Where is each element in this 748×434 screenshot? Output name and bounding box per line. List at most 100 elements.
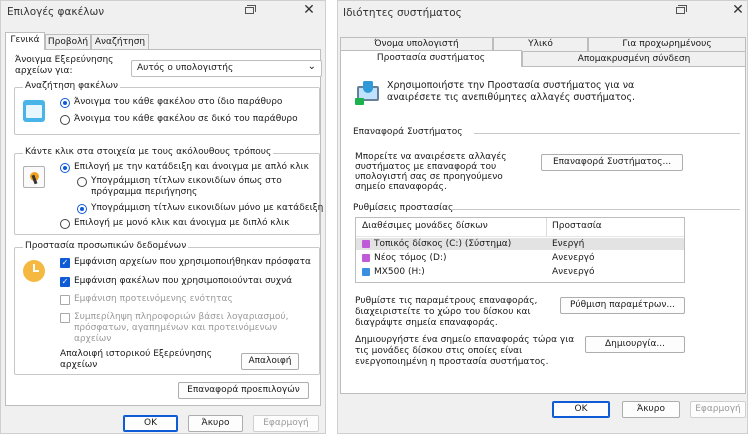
tab-search[interactable]: Αναζήτηση (91, 34, 149, 50)
radio-underline-hover-label[interactable]: Υπογράμμιση τίτλων εικονιδίων μόνο με κα… (91, 203, 323, 213)
ok-button[interactable]: OK (552, 401, 610, 418)
tab-system-protection[interactable]: Προστασία συστήματος (340, 50, 522, 67)
browse-folders-group: Αναζήτηση φακέλων Άνοιγμα του κάθε φακέλ… (14, 81, 320, 135)
drive-name: Νέος τόμος (D:) (374, 253, 447, 263)
restore-desc-4: σημείο επαναφοράς. (355, 182, 447, 192)
drive-name: Τοπικός δίσκος (C:) (Σύστημα) (374, 239, 512, 249)
create-button[interactable]: Δημιουργία... (585, 336, 685, 353)
apply-button[interactable]: Εφαρμογή (253, 415, 319, 432)
clear-history-label-1: Απαλοιφή ιστορικού Εξερεύνησης (60, 349, 212, 359)
radio-same-window-label[interactable]: Άνοιγμα του κάθε φακέλου στο ίδιο παράθυ… (74, 97, 282, 107)
drives-header: Διαθέσιμες μονάδες δίσκων Προστασία (356, 221, 684, 233)
system-properties-window: Ιδιότητες συστήματος ✕ Όνομα υπολογιστή … (337, 0, 748, 434)
clear-history-button[interactable]: Απαλοιφή (241, 353, 299, 370)
drive-name: MX500 (H:) (374, 267, 425, 277)
checkbox-recent-files[interactable]: ✓ (60, 258, 70, 268)
restore-window-icon[interactable] (674, 5, 688, 17)
intro-line-2: αναιρέσετε τις ανεπιθύμητες αλλαγές συστ… (387, 92, 636, 103)
radio-own-window-label[interactable]: Άνοιγμα του κάθε φακέλου σε δικό του παρ… (74, 114, 298, 124)
radio-single-click-label[interactable]: Επιλογή με την κατάδειξη και άνοιγμα με … (74, 162, 309, 172)
clear-history-label-2: αρχείων (60, 360, 98, 370)
create-desc-2: τις μονάδες δίσκου στις οποίες είναι (355, 346, 523, 356)
checkbox-recent-files-label[interactable]: Εμφάνιση αρχείων που χρησιμοποιήθηκαν πρ… (74, 257, 311, 267)
browse-folders-title: Αναζήτηση φακέλων (23, 81, 121, 91)
window-title: Ιδιότητες συστήματος (343, 7, 462, 19)
system-restore-title: Επαναφορά Συστήματος (353, 127, 463, 137)
radio-double-click[interactable] (60, 219, 70, 229)
tab-advanced[interactable]: Για προχωρημένους (588, 37, 746, 51)
column-drives[interactable]: Διαθέσιμες μονάδες δίσκων (362, 221, 488, 231)
close-icon[interactable]: ✕ (301, 2, 317, 18)
general-panel: Άνοιγμα Εξερεύνησης αρχείων για: Αυτός ο… (5, 49, 323, 406)
restore-desc-2: συστήματος με επαναφορά του (355, 162, 497, 172)
restore-desc-3: υπολογιστή σας σε προηγούμενο (355, 172, 503, 182)
title-bar[interactable]: Ιδιότητες συστήματος ✕ (338, 1, 747, 25)
system-shield-icon (355, 81, 381, 105)
radio-underline-always-label-2[interactable]: πρόγραμμα περιήγησης (91, 187, 197, 197)
table-row[interactable]: MX500 (H:) Ανενεργό (356, 266, 684, 278)
radio-underline-always[interactable] (77, 177, 87, 187)
radio-same-window[interactable] (60, 98, 70, 108)
tab-general[interactable]: Γενικά (5, 32, 45, 50)
chevron-down-icon: ⌄ (307, 61, 316, 72)
title-bar[interactable]: Επιλογές φακέλων ✕ (1, 1, 325, 25)
apply-button[interactable]: Εφαρμογή (690, 401, 746, 418)
tab-computer-name[interactable]: Όνομα υπολογιστή (340, 37, 493, 51)
checkbox-recommended-label[interactable]: Εμφάνιση προτεινόμενης ενότητας (74, 294, 233, 304)
create-desc-3: ενεργοποιημένη η προστασία συστήματος. (355, 357, 549, 367)
restore-defaults-button[interactable]: Επαναφορά προεπιλογών (178, 382, 309, 399)
configure-desc-1: Ρυθμίστε τις παραμέτρους επαναφοράς, (355, 296, 538, 306)
cancel-button[interactable]: Άκυρο (188, 415, 243, 432)
drives-list[interactable]: Διαθέσιμες μονάδες δίσκων Προστασία Τοπι… (355, 217, 685, 283)
cursor-click-icon (23, 166, 45, 188)
privacy-group: Προστασία προσωπικών δεδομένων ✓ Εμφάνισ… (14, 241, 320, 375)
protection-settings-title: Ρυθμίσεις προστασίας (353, 203, 454, 213)
separator (474, 133, 740, 134)
radio-single-click[interactable] (60, 163, 70, 173)
drive-status: Ενεργή (552, 239, 585, 249)
checkbox-account-info-label-1[interactable]: Συμπερίληψη πληροφοριών βάσει λογαριασμο… (74, 312, 288, 322)
restore-desc-1: Μπορείτε να αναιρέσετε αλλαγές (355, 152, 507, 162)
tab-view[interactable]: Προβολή (45, 34, 91, 50)
drive-icon (362, 240, 370, 248)
checkbox-account-info-label-2[interactable]: πρόσφατων, αγαπημένων και προτεινόμενων (74, 323, 277, 333)
table-row[interactable]: Νέος τόμος (D:) Ανενεργό (356, 252, 684, 264)
close-icon[interactable]: ✕ (730, 2, 746, 18)
configure-button[interactable]: Ρύθμιση παραμέτρων... (560, 297, 685, 314)
open-explorer-select[interactable]: Αυτός ο υπολογιστής ⌄ (131, 60, 322, 77)
radio-underline-always-label-1[interactable]: Υπογράμμιση τίτλων εικονιδίων όπως στο (91, 176, 282, 186)
table-row[interactable]: Τοπικός δίσκος (C:) (Σύστημα) Ενεργή (356, 238, 684, 250)
radio-own-window[interactable] (60, 115, 70, 125)
radio-underline-hover[interactable] (77, 204, 87, 214)
cancel-button[interactable]: Άκυρο (622, 401, 680, 418)
open-explorer-label-1: Άνοιγμα Εξερεύνησης (15, 55, 114, 65)
checkbox-account-info[interactable] (60, 313, 70, 323)
drive-status: Ανενεργό (552, 267, 595, 277)
column-protection[interactable]: Προστασία (552, 221, 602, 231)
drive-icon (362, 268, 370, 276)
separator (451, 209, 740, 210)
tab-remote[interactable]: Απομακρυσμένη σύνδεση (522, 51, 746, 66)
click-items-title: Κάντε κλικ στα στοιχεία με τους ακόλουθο… (23, 147, 274, 157)
checkbox-recommended[interactable] (60, 295, 70, 305)
restore-window-icon[interactable] (243, 5, 257, 17)
radio-double-click-label[interactable]: Επιλογή με μονό κλικ και άνοιγμα με διπλ… (74, 218, 289, 228)
system-restore-button[interactable]: Επαναφορά Συστήματος... (541, 154, 683, 171)
clock-icon (23, 260, 45, 282)
tab-hardware[interactable]: Υλικό (493, 37, 588, 51)
checkbox-frequent-folders[interactable]: ✓ (60, 277, 70, 287)
intro-line-1: Χρησιμοποιήστε την Προστασία συστήματος … (387, 80, 635, 91)
create-desc-1: Δημιουργήστε ένα σημείο επαναφοράς τώρα … (355, 335, 575, 345)
checkbox-account-info-label-3[interactable]: αρχείων (74, 334, 111, 344)
privacy-title: Προστασία προσωπικών δεδομένων (23, 241, 189, 251)
click-items-group: Κάντε κλικ στα στοιχεία με τους ακόλουθο… (14, 147, 323, 235)
configure-desc-3: διαγράψτε σημεία επαναφοράς. (355, 318, 498, 328)
open-explorer-label-2: αρχείων για: (15, 66, 73, 76)
checkbox-frequent-folders-label[interactable]: Εμφάνιση φακέλων που χρησιμοποιούνται συ… (74, 276, 292, 286)
open-explorer-value: Αυτός ο υπολογιστής (137, 63, 234, 73)
drive-icon (362, 254, 370, 262)
folder-windows-icon (23, 100, 45, 122)
ok-button[interactable]: OK (123, 415, 178, 432)
window-title: Επιλογές φακέλων (7, 6, 105, 18)
configure-desc-2: διαχειριστείτε το χώρο του δίσκου και (355, 307, 531, 317)
